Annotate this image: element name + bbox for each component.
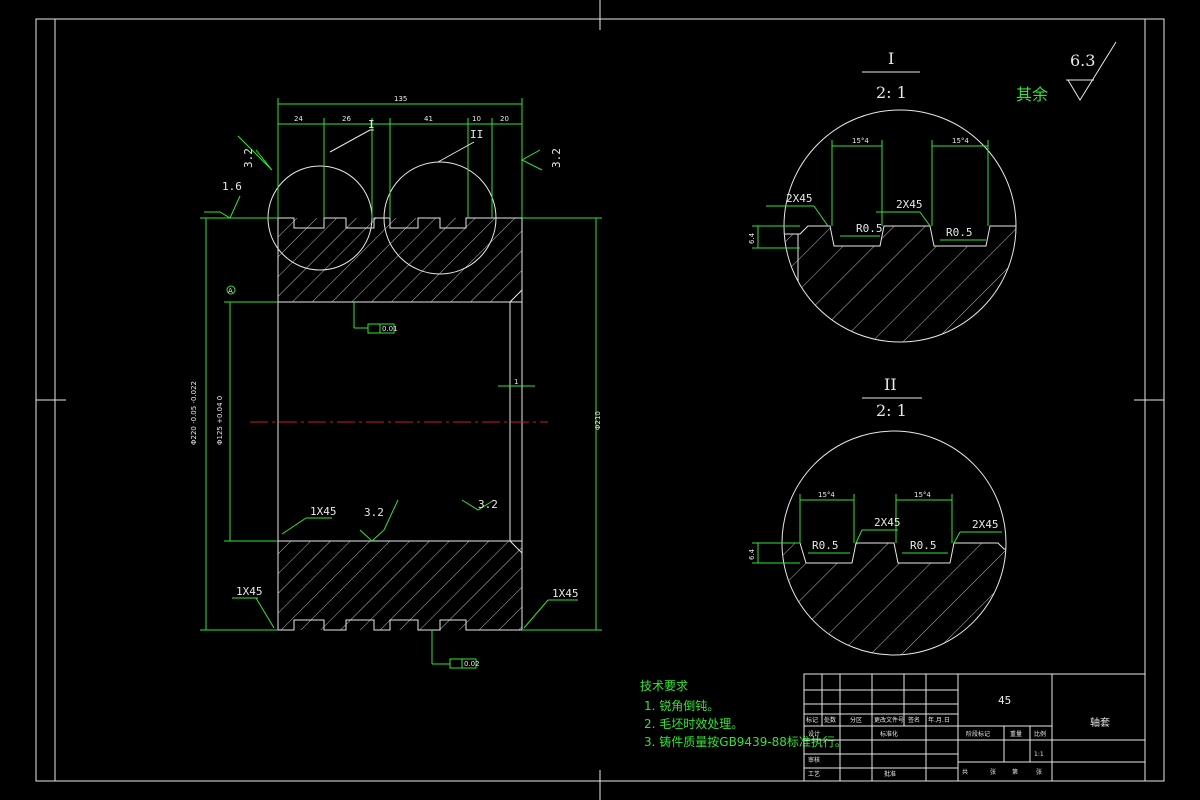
title-block: 45 轴套 1:1 标记 处数 分区 更改文件号 签名 年.月.日 设计 审核 … [803,673,1146,782]
scale-value: 1:1 [1034,751,1044,758]
detail-1-radius-2: R0.5 [946,226,973,239]
dim-phi220: Φ220 -0.05 -0.022 [190,381,198,445]
dim-24: 24 [294,115,303,123]
detail-view-2: II 2: 1 15°4 15°4 2X45 2X45 R0.5 R0.5 6.… [748,375,1007,656]
roughness-left-top: 3.2 [242,148,255,168]
datum-label: A [228,287,233,295]
detail-1-depth: 6.4 [748,232,756,244]
detail-1-angle-1: 15°4 [852,137,869,145]
sheet-num: 第 [1012,768,1018,776]
header-cell-1: 标记 [806,716,818,724]
chamfer-bore: 1X45 [310,505,337,518]
header-cell-5: 签名 [908,716,920,724]
roughness-rest-label: 其余 [1016,85,1048,104]
row-review: 审核 [808,756,820,764]
detail-2-angle-2: 15°4 [914,491,931,499]
main-section-view [250,161,548,631]
chamfer-left-bottom: 1X45 [236,585,263,598]
detail-1-chamfer-1: 2X45 [786,192,813,205]
marker-II: II [470,128,483,141]
detail-2-scale: 2: 1 [876,401,907,420]
dim-10: 10 [472,115,481,123]
roughness-bore-2: 3.2 [478,498,498,511]
dim-41: 41 [424,115,433,123]
detail-2-chamfer-1: 2X45 [874,516,901,529]
dim-26: 26 [342,115,351,123]
header-cell-4: 更改文件号 [874,716,904,724]
tech-heading: 技术要求 [640,679,688,693]
dim-phi125: Φ125 +0.04 0 [216,396,224,445]
roughness-right-top: 3.2 [550,148,563,168]
roughness-rest: 其余 6.3 [1016,41,1117,104]
roughness-rest-value: 6.3 [1070,51,1095,70]
detail-2-title: II [884,375,897,394]
detail-2-radius-1: R0.5 [812,539,839,552]
weight-label: 重量 [1010,730,1022,738]
part-name: 轴套 [1090,716,1110,729]
scale-label: 比例 [1034,730,1046,738]
detail-2-angle-1: 15°4 [818,491,835,499]
row-design: 设计 [808,730,820,738]
header-cell-3: 分区 [850,716,862,724]
sheet-unit-1: 张 [990,768,996,776]
detail-1-angle-2: 15°4 [952,137,969,145]
chamfer-right-bottom: 1X45 [552,587,579,600]
detail-2-chamfer-2: 2X45 [972,518,999,531]
drawing-canvas: 135 24 26 41 10 20 I II Φ220 -0.05 -0.02… [35,0,1165,800]
detail-1-radius-1: R0.5 [856,222,883,235]
detail-2-depth: 6.4 [748,548,756,560]
roughness-bore-1: 3.2 [364,506,384,519]
sheet-unit-2: 张 [1036,768,1042,776]
row-process: 工艺 [808,770,820,778]
tech-item-1: 1. 锐角倒钝。 [644,699,719,713]
dim-135: 135 [394,95,407,103]
detail-1-title: I [888,49,894,68]
material-value: 45 [998,694,1011,707]
detail-view-1: I 2: 1 15°4 15°4 2X45 2X45 R0.5 R0.5 6.4 [748,49,1017,343]
tol-frame-1: 0.01 [382,325,398,333]
dim-20: 20 [500,115,509,123]
detail-2-radius-2: R0.5 [910,539,937,552]
header-cell-2: 处数 [824,716,836,724]
stage-label: 阶段标记 [966,730,990,738]
sheet-border [35,0,1165,800]
dim-1: 1 [514,378,518,386]
detail-1-scale: 2: 1 [876,83,907,102]
marker-I: I [368,118,375,131]
header-cell-6: 年.月.日 [928,716,950,724]
dim-phi210: Φ210 [594,411,602,430]
detail-1-chamfer-2: 2X45 [896,198,923,211]
sheet-total: 共 [962,768,968,776]
roughness-1-6: 1.6 [222,180,242,193]
tech-item-2: 2. 毛坯时效处理。 [644,716,743,731]
tol-frame-2: 0.02 [464,660,480,668]
approve-label: 批准 [884,770,896,778]
std-label: 标准化 [880,730,898,738]
